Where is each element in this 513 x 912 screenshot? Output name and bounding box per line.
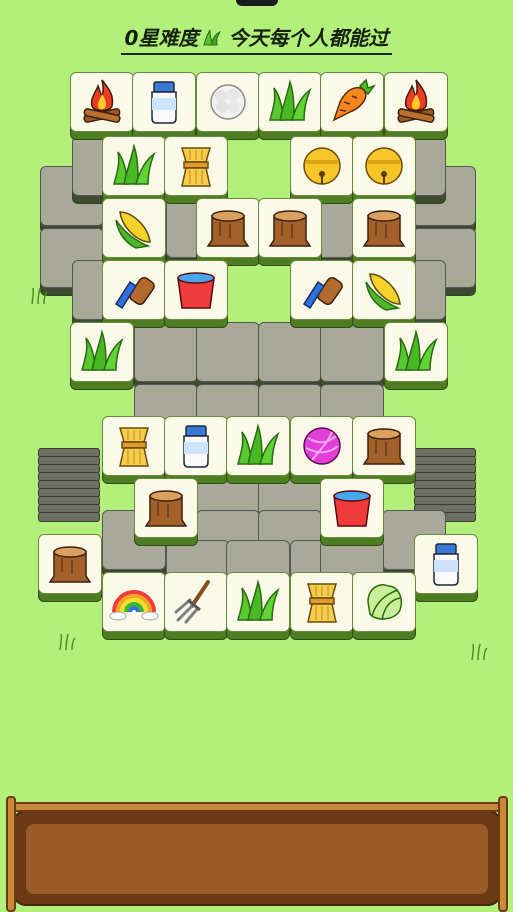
- tile-cabbage[interactable]: [352, 572, 416, 640]
- tile-cotton[interactable]: [196, 72, 260, 140]
- milk-bottle-icon: [433, 543, 459, 586]
- bell-icon: [303, 147, 341, 185]
- stump-icon: [362, 428, 406, 465]
- milk-bottle-icon: [183, 425, 209, 468]
- cotton-icon: [210, 84, 246, 120]
- tile-grass[interactable]: [70, 322, 134, 390]
- campfire-icon: [397, 79, 435, 123]
- bucket-icon: [177, 272, 215, 309]
- tile-milk[interactable]: [164, 416, 228, 484]
- tile-grass[interactable]: [226, 416, 290, 484]
- tile-corn[interactable]: [352, 260, 416, 328]
- tile-stump[interactable]: [258, 198, 322, 266]
- yarn-icon: [303, 427, 341, 465]
- tile-grass[interactable]: [226, 572, 290, 640]
- wheat-icon: [307, 583, 337, 623]
- grass-icon: [237, 423, 280, 465]
- grass-icon: [269, 79, 312, 121]
- tile-grass[interactable]: [102, 136, 166, 204]
- tile-yarn[interactable]: [290, 416, 354, 484]
- tile-stump[interactable]: [352, 416, 416, 484]
- corn-icon: [365, 273, 401, 311]
- grass-tuft-icon: [31, 287, 48, 305]
- rainbow-icon: [109, 590, 159, 621]
- tile-wheat[interactable]: [164, 136, 228, 204]
- tile-stump[interactable]: [196, 198, 260, 266]
- grass-icon: [81, 329, 124, 371]
- tile-campfire[interactable]: [70, 72, 134, 140]
- tile-stump[interactable]: [352, 198, 416, 266]
- tile-stump[interactable]: [38, 534, 102, 602]
- tile-hidden: [320, 322, 384, 390]
- tile-bell[interactable]: [352, 136, 416, 204]
- wheat-icon: [181, 147, 211, 187]
- wheat-icon: [119, 427, 149, 467]
- milk-bottle-icon: [151, 81, 177, 124]
- grass-icon: [395, 329, 438, 371]
- bell-icon: [365, 147, 403, 185]
- tile-brush[interactable]: [290, 260, 354, 328]
- tile-bell[interactable]: [290, 136, 354, 204]
- tile-campfire[interactable]: [384, 72, 448, 140]
- tray-slots: [26, 824, 488, 894]
- brush-icon: [302, 276, 343, 310]
- tile-carrot[interactable]: [320, 72, 384, 140]
- carrot-icon: [332, 78, 377, 122]
- grass-icon: [237, 579, 280, 621]
- pitchfork-icon: [174, 580, 210, 624]
- tile-grass[interactable]: [384, 322, 448, 390]
- collection-tray: [6, 796, 508, 912]
- tile-pitchfork[interactable]: [164, 572, 228, 640]
- tile-grass[interactable]: [258, 72, 322, 140]
- tile-hidden: [196, 322, 260, 390]
- stump-icon: [206, 210, 250, 247]
- tile-wheat[interactable]: [102, 416, 166, 484]
- grass-tuft-icon: [59, 633, 76, 651]
- brush-icon: [114, 276, 155, 310]
- tile-hidden: [258, 322, 322, 390]
- grass-icon: [113, 143, 156, 185]
- stump-icon: [268, 210, 312, 247]
- left-tile-stack: [38, 448, 100, 538]
- tile-milk[interactable]: [414, 534, 478, 602]
- stump-icon: [362, 210, 406, 247]
- tile-brush[interactable]: [102, 260, 166, 328]
- grass-tuft-icon: [471, 643, 488, 661]
- tile-wheat[interactable]: [290, 572, 354, 640]
- stump-icon: [144, 490, 188, 527]
- tile-rainbow[interactable]: [102, 572, 166, 640]
- campfire-icon: [83, 79, 121, 123]
- cabbage-icon: [367, 584, 402, 621]
- stump-icon: [48, 546, 92, 583]
- tile-bucket[interactable]: [320, 478, 384, 546]
- corn-icon: [115, 211, 151, 249]
- bucket-icon: [333, 490, 371, 527]
- tile-stump[interactable]: [134, 478, 198, 546]
- tile-milk[interactable]: [132, 72, 196, 140]
- tile-hidden: [134, 322, 198, 390]
- tile-board: [0, 0, 513, 912]
- tile-bucket[interactable]: [164, 260, 228, 328]
- tile-corn[interactable]: [102, 198, 166, 266]
